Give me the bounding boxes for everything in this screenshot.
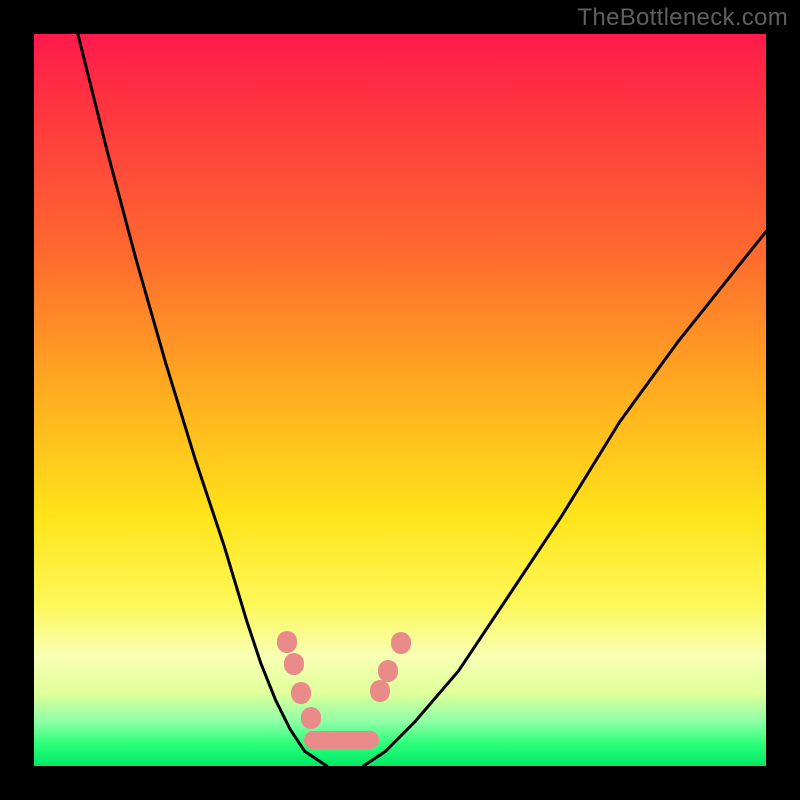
floor-marker-dot [391, 632, 411, 654]
curve-layer [34, 34, 766, 766]
floor-marker-dot [291, 682, 311, 704]
floor-marker-bar [304, 731, 379, 749]
watermark-text: TheBottleneck.com [577, 4, 788, 32]
plot-area [34, 34, 766, 766]
right-curve-path [363, 232, 766, 766]
floor-marker-dot [378, 660, 398, 682]
floor-marker-dot [277, 631, 297, 653]
floor-marker-dot [284, 653, 304, 675]
chart-frame: TheBottleneck.com [0, 0, 800, 800]
